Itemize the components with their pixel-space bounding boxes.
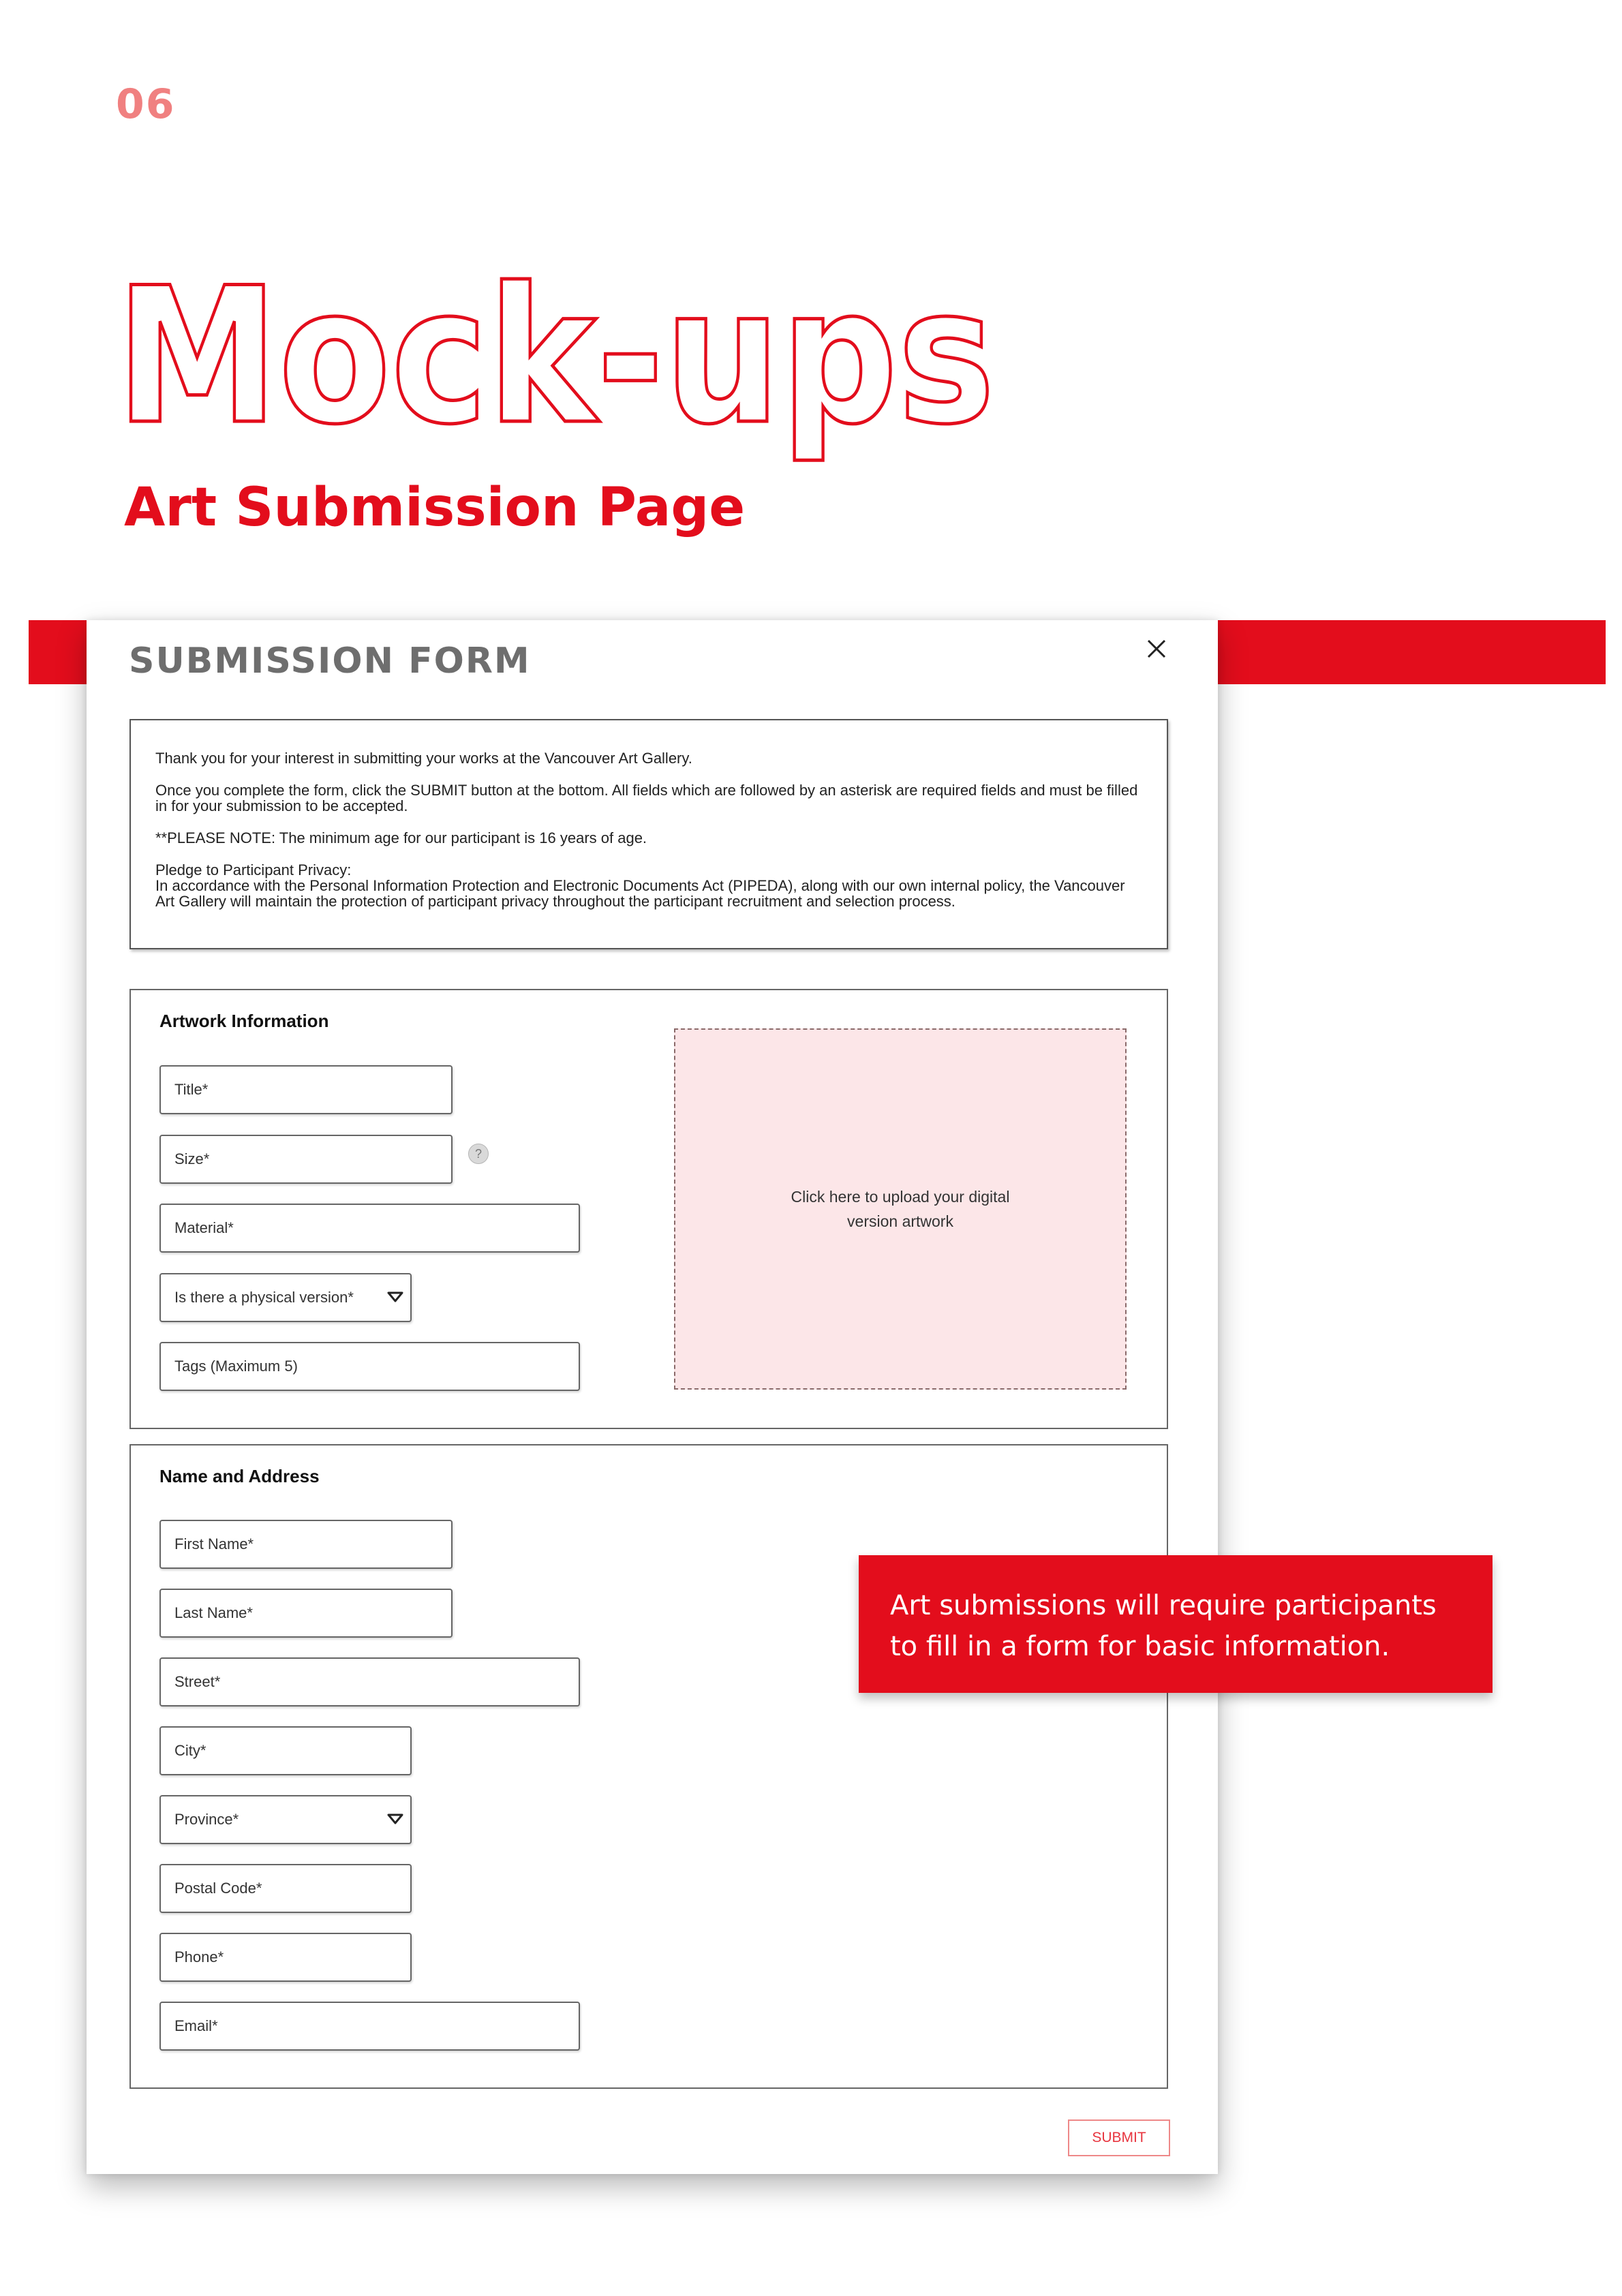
title-input[interactable]	[159, 1065, 453, 1114]
phone-input[interactable]	[159, 1933, 412, 1982]
page-heading-text: Mock-ups	[116, 247, 995, 465]
submit-button[interactable]: SUBMIT	[1068, 2119, 1170, 2156]
artwork-information-section: Artwork Information ? Is there a physica…	[129, 989, 1168, 1429]
privacy-heading: Pledge to Participant Privacy:	[155, 861, 352, 878]
accent-band-right	[1217, 620, 1606, 684]
help-icon[interactable]: ?	[468, 1144, 489, 1164]
accent-band-left	[29, 620, 95, 684]
city-input[interactable]	[159, 1726, 412, 1775]
page-subheading: Art Submission Page	[124, 477, 746, 538]
intro-age-note: **PLEASE NOTE: The minimum age for our p…	[155, 829, 647, 846]
privacy-text: In accordance with the Personal Informat…	[155, 877, 1125, 910]
physical-version-label: Is there a physical version*	[174, 1289, 354, 1306]
section-title: Name and Address	[159, 1466, 320, 1486]
province-label: Province*	[174, 1811, 239, 1828]
postal-code-input[interactable]	[159, 1864, 412, 1913]
annotation-callout: Art submissions will require participant…	[859, 1555, 1493, 1693]
email-input[interactable]	[159, 2002, 580, 2051]
chevron-down-icon	[387, 1811, 403, 1828]
physical-version-select[interactable]: Is there a physical version*	[159, 1273, 412, 1322]
intro-instructions: Once you complete the form, click the SU…	[155, 782, 1138, 814]
intro-text-box: Thank you for your interest in submittin…	[129, 719, 1168, 949]
upload-instructions: Click here to upload your digital versio…	[791, 1188, 1010, 1230]
name-address-section: Name and Address Province*	[129, 1444, 1168, 2089]
artwork-upload-dropzone[interactable]: Click here to upload your digital versio…	[674, 1028, 1127, 1390]
first-name-input[interactable]	[159, 1520, 453, 1569]
section-title: Artwork Information	[159, 1011, 329, 1031]
intro-thanks: Thank you for your interest in submittin…	[155, 750, 692, 767]
close-icon[interactable]	[1143, 635, 1170, 662]
street-input[interactable]	[159, 1657, 580, 1706]
size-input[interactable]	[159, 1135, 453, 1184]
tags-input[interactable]	[159, 1342, 580, 1391]
last-name-input[interactable]	[159, 1589, 453, 1638]
material-input[interactable]	[159, 1204, 580, 1253]
page-heading: Mock-ups	[114, 246, 1206, 477]
submission-form-window: SUBMISSION FORM Thank you for your inter…	[87, 620, 1218, 2174]
province-select[interactable]: Province*	[159, 1795, 412, 1844]
chevron-down-icon	[387, 1289, 403, 1306]
form-title: SUBMISSION FORM	[129, 641, 531, 682]
page-number: 06	[116, 80, 176, 128]
